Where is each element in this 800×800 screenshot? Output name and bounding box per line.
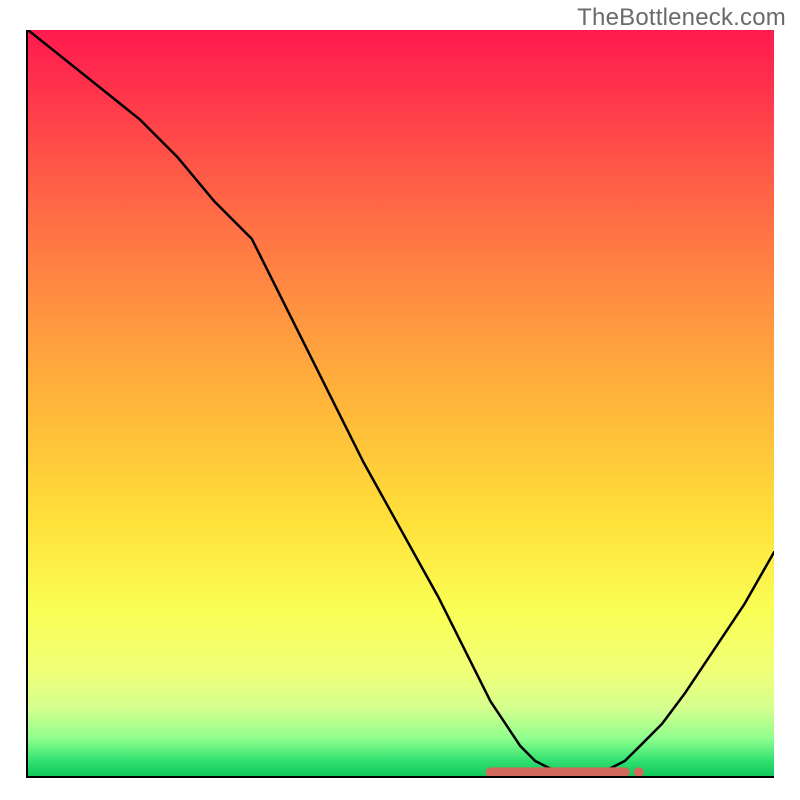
bottleneck-curve-path <box>28 30 774 774</box>
minimum-marker-end <box>634 767 644 776</box>
chart-root: TheBottleneck.com <box>0 0 800 800</box>
plot-area <box>26 30 774 778</box>
curve-layer <box>28 30 774 776</box>
watermark-text: TheBottleneck.com <box>577 4 786 32</box>
